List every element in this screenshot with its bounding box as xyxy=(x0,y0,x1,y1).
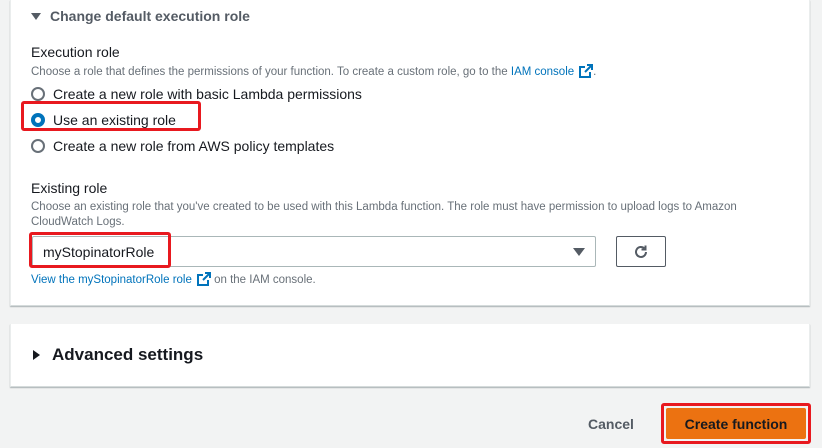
radio-button[interactable] xyxy=(31,87,45,101)
external-link-icon[interactable] xyxy=(579,64,594,78)
caret-down-icon xyxy=(31,12,41,20)
advanced-settings-panel: Advanced settings xyxy=(10,324,810,387)
refresh-button[interactable] xyxy=(616,236,666,267)
refresh-icon xyxy=(635,245,647,258)
radio-label: Create a new role with basic Lambda perm… xyxy=(53,86,362,102)
cancel-button[interactable]: Cancel xyxy=(576,412,646,436)
highlight-existing-role xyxy=(21,101,201,131)
existing-role-description: Choose an existing role that you've crea… xyxy=(31,201,737,228)
radio-create-from-templates[interactable]: Create a new role from AWS policy templa… xyxy=(31,138,334,154)
highlight-role-select xyxy=(29,232,171,268)
change-default-role-toggle[interactable]: Change default execution role xyxy=(31,8,250,24)
execution-role-label: Execution role xyxy=(31,44,120,60)
iam-console-link[interactable]: IAM console xyxy=(511,66,574,78)
highlight-create-function xyxy=(661,403,811,444)
radio-button[interactable] xyxy=(31,139,45,153)
view-role-line: View the myStopinatorRole role on the IA… xyxy=(31,272,316,288)
existing-role-label: Existing role xyxy=(31,180,108,196)
radio-label: Create a new role from AWS policy templa… xyxy=(53,138,335,154)
caret-down-icon xyxy=(573,248,585,256)
execution-role-description: Choose a role that defines the permissio… xyxy=(31,64,597,78)
advanced-settings-label: Advanced settings xyxy=(52,345,204,364)
external-link-icon[interactable] xyxy=(196,272,211,286)
execution-role-panel: Change default execution role Execution … xyxy=(10,0,810,306)
advanced-settings-toggle[interactable]: Advanced settings xyxy=(33,345,203,365)
view-role-suffix: on the IAM console. xyxy=(214,274,316,286)
view-role-link[interactable]: View the myStopinatorRole role xyxy=(31,274,192,286)
caret-right-icon xyxy=(33,350,40,360)
change-default-role-label: Change default execution role xyxy=(50,8,250,24)
radio-create-basic-role[interactable]: Create a new role with basic Lambda perm… xyxy=(31,86,362,102)
